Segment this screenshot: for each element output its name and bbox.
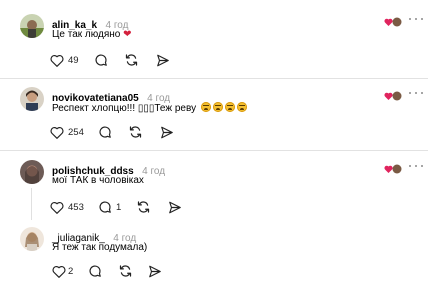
comment-text-body: Респект хлопцю!!! ▯▯▯Теж реву <box>52 103 197 114</box>
speech-bubble-icon <box>99 201 111 213</box>
crying-face-emoji <box>236 102 247 112</box>
comment-item: alin_ka_k 4 год Це так людяно ❤ 49 <box>0 14 428 74</box>
crying-face-emoji <box>200 102 211 112</box>
more-dot-icon <box>409 91 412 95</box>
divider <box>0 78 428 79</box>
like-button[interactable]: 453 <box>50 199 84 215</box>
send-icon <box>161 126 173 138</box>
avatar[interactable] <box>20 87 44 111</box>
crying-face-emoji <box>224 102 235 112</box>
creator-liked-badge-icon <box>384 88 402 101</box>
heart-outline-icon <box>52 265 66 278</box>
repost-icon <box>119 265 132 277</box>
like-count: 2 <box>68 265 74 277</box>
repost-icon <box>129 126 142 138</box>
comment-actions: 254 <box>50 124 190 140</box>
share-button[interactable] <box>160 124 174 140</box>
creator-liked-badge-icon <box>384 161 402 174</box>
creator-liked-badge-icon <box>384 14 402 27</box>
more-dot-icon <box>414 91 418 95</box>
avatar[interactable] <box>20 160 44 184</box>
comment-item: polishchuk_ddss 4 год мої ТАК в чоловіка… <box>0 160 428 220</box>
share-button[interactable] <box>148 263 162 279</box>
repost-icon <box>137 201 150 213</box>
more-dot-icon <box>420 164 423 168</box>
repost-button[interactable] <box>124 52 139 68</box>
comment-item: _juliaganik_ 4 год Я теж так подумала) 2 <box>0 227 428 287</box>
more-dot-icon <box>414 17 418 21</box>
like-button[interactable]: 49 <box>50 52 79 68</box>
share-button[interactable] <box>168 199 182 215</box>
more-dot-icon <box>420 17 423 21</box>
reply-count: 1 <box>116 201 122 213</box>
send-icon <box>149 265 161 277</box>
heart-outline-icon <box>50 126 64 139</box>
speech-bubble-icon <box>95 54 107 66</box>
send-icon <box>157 54 169 66</box>
speech-bubble-icon <box>99 126 111 138</box>
avatar[interactable] <box>20 14 44 38</box>
avatar[interactable] <box>20 227 44 251</box>
thread-connector-line <box>31 188 32 220</box>
reply-button[interactable] <box>88 263 102 279</box>
comment-text-body: Це так людяно <box>52 29 121 40</box>
more-dot-icon <box>414 164 418 168</box>
like-button[interactable]: 254 <box>50 124 84 140</box>
more-options-button[interactable] <box>409 14 423 24</box>
more-options-button[interactable] <box>409 88 423 98</box>
like-button[interactable]: 2 <box>52 263 73 279</box>
divider <box>0 150 428 151</box>
repost-button[interactable] <box>136 199 151 215</box>
repost-icon <box>125 54 138 66</box>
like-count: 453 <box>68 201 84 213</box>
reply-button[interactable] <box>98 124 112 140</box>
comment-actions: 2 <box>50 263 180 279</box>
more-options-button[interactable] <box>409 161 423 171</box>
comment-text: Це так людяно ❤ <box>52 29 132 40</box>
reply-button[interactable]: 1 <box>98 199 121 215</box>
repost-button[interactable] <box>118 263 133 279</box>
more-dot-icon <box>409 164 412 168</box>
comment-text: мої ТАК в чоловіках <box>52 175 144 186</box>
more-dot-icon <box>409 17 412 21</box>
comment-actions: 453 1 <box>50 199 190 215</box>
crying-face-emoji <box>212 102 223 112</box>
share-button[interactable] <box>156 52 170 68</box>
timestamp: 4 год <box>142 166 166 177</box>
heart-outline-icon <box>50 54 64 67</box>
repost-button[interactable] <box>128 124 143 140</box>
like-count: 254 <box>68 126 84 138</box>
heart-outline-icon <box>50 201 64 214</box>
send-icon <box>169 201 181 213</box>
like-count: 49 <box>68 54 79 66</box>
comment-text: Я теж так подумала) <box>52 242 148 253</box>
comment-text: Респект хлопцю!!! ▯▯▯Теж реву <box>52 102 247 114</box>
comment-actions: 49 <box>50 52 180 68</box>
more-dot-icon <box>420 91 423 95</box>
comment-item: novikovatetiana05 4 год Респект хлопцю!!… <box>0 87 428 147</box>
speech-bubble-icon <box>89 265 101 277</box>
red-heart-emoji: ❤ <box>123 29 132 40</box>
reply-button[interactable] <box>94 52 108 68</box>
